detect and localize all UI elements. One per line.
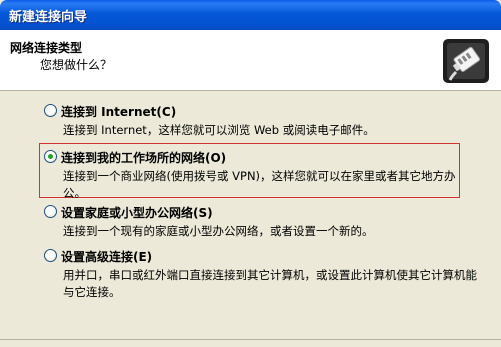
- option-internet-label[interactable]: 连接到 Internet(C): [61, 103, 176, 120]
- network-cable-plug-icon: [443, 39, 489, 83]
- option-internet-description: 连接到 Internet，这样您就可以浏览 Web 或阅读电子邮件。: [63, 123, 375, 137]
- window-title: 新建连接向导: [9, 10, 88, 25]
- page-title: 网络连接类型: [10, 41, 83, 55]
- option-advanced-label[interactable]: 设置高级连接(E): [61, 248, 152, 265]
- page-subtitle: 您想做什么？: [40, 58, 113, 72]
- radio-internet[interactable]: [44, 104, 57, 117]
- title-bar[interactable]: 新建连接向导: [0, 0, 501, 30]
- wizard-header: 网络连接类型 您想做什么？: [0, 30, 501, 91]
- radio-workplace[interactable]: [44, 150, 57, 163]
- option-workplace-label[interactable]: 连接到我的工作场所的网络(O): [61, 149, 226, 166]
- option-home-network-label[interactable]: 设置家庭或小型办公网络(S): [61, 204, 213, 221]
- radio-advanced[interactable]: [44, 249, 57, 262]
- option-advanced-description: 用并口，串口或红外端口直接连接到其它计算机，或设置此计算机使其它计算机能与它连接…: [63, 268, 477, 299]
- radio-home-network[interactable]: [44, 205, 57, 218]
- option-home-network-description: 连接到一个现有的家庭或小型办公网络，或者设置一个新的。: [63, 224, 374, 238]
- option-workplace-description: 连接到一个商业网络(使用拨号或 VPN)，这样您就可以在家里或者其它地方办公。: [63, 169, 456, 200]
- bottom-divider: [0, 339, 501, 340]
- options-panel: 连接到 Internet(C) 连接到 Internet，这样您就可以浏览 We…: [0, 91, 501, 347]
